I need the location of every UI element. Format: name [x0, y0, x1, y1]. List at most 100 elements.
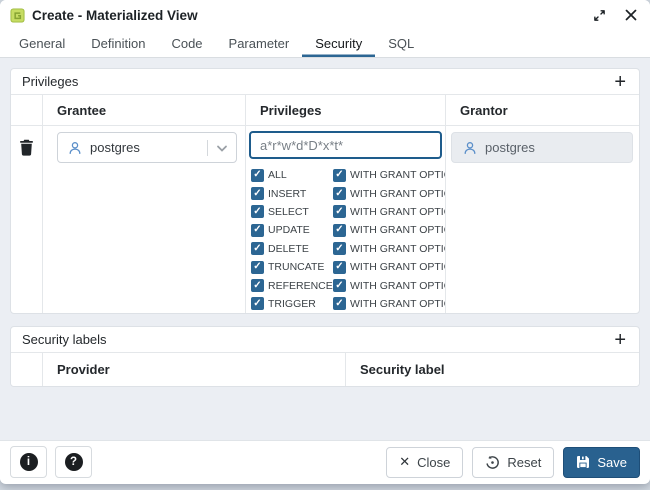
- privilege-label: ALL: [268, 169, 287, 181]
- user-icon: [67, 140, 83, 156]
- grant-option-checkbox[interactable]: [333, 169, 346, 182]
- tab-definition[interactable]: Definition: [78, 30, 158, 57]
- column-header-grantee: Grantee: [43, 95, 246, 126]
- grant-option-label: WITH GRANT OPTION: [350, 243, 446, 255]
- security-labels-section: Security labels + Provider Security labe…: [10, 326, 640, 387]
- column-header-security-label: Security label: [346, 353, 639, 386]
- grantee-cell: postgres: [43, 126, 246, 313]
- help-icon: ?: [65, 453, 83, 471]
- create-materialized-view-dialog: Create - Materialized View GeneralDefini…: [0, 0, 650, 484]
- privileges-section: Privileges + Grantee Privileges Grantor: [10, 68, 640, 314]
- grant-option-label: WITH GRANT OPTION: [350, 224, 446, 236]
- info-button[interactable]: i: [10, 446, 47, 478]
- grant-option-checkbox[interactable]: [333, 187, 346, 200]
- tab-security[interactable]: Security: [302, 30, 375, 57]
- privilege-row: TRUNCATE WITH GRANT OPTION: [251, 258, 445, 276]
- grant-option-checkbox[interactable]: [333, 297, 346, 310]
- privilege-checkbox[interactable]: [251, 261, 264, 274]
- materialized-view-icon: [10, 8, 25, 23]
- privilege-row: ALL WITH GRANT OPTION: [251, 166, 445, 184]
- grant-option-label: WITH GRANT OPTION: [350, 206, 446, 218]
- column-header-grantor: Grantor: [446, 95, 639, 126]
- privileges-input[interactable]: [249, 131, 442, 159]
- dialog-tabbar: GeneralDefinitionCodeParameterSecuritySQ…: [0, 30, 650, 58]
- privilege-checkbox[interactable]: [251, 242, 264, 255]
- close-icon[interactable]: [624, 8, 638, 22]
- chevron-down-icon[interactable]: [214, 140, 230, 156]
- grant-option-label: WITH GRANT OPTION: [350, 169, 446, 181]
- security-labels-section-header: Security labels +: [11, 327, 639, 353]
- privilege-label: DELETE: [268, 243, 309, 255]
- close-button-label: Close: [417, 455, 450, 470]
- privilege-checkbox[interactable]: [251, 169, 264, 182]
- combo-separator: [207, 140, 208, 156]
- grant-option-checkbox[interactable]: [333, 224, 346, 237]
- grant-option-checkbox[interactable]: [333, 261, 346, 274]
- row-actions-cell: [11, 126, 43, 313]
- grant-option-label: WITH GRANT OPTION: [350, 298, 446, 310]
- grant-option-label: WITH GRANT OPTION: [350, 261, 446, 273]
- dialog-footer: i ? ✕ Close Reset Save: [0, 440, 650, 483]
- grant-option-label: WITH GRANT OPTION: [350, 188, 446, 200]
- privilege-row: SELECT WITH GRANT OPTION: [251, 203, 445, 221]
- column-header-provider: Provider: [43, 353, 346, 386]
- dialog-title: Create - Materialized View: [32, 8, 198, 23]
- user-icon: [462, 140, 478, 156]
- grant-option-label: WITH GRANT OPTION: [350, 280, 446, 292]
- reset-button-label: Reset: [507, 455, 541, 470]
- maximize-icon[interactable]: [592, 8, 606, 22]
- close-button[interactable]: ✕ Close: [386, 447, 463, 478]
- privilege-label: REFERENCES: [268, 280, 340, 292]
- privilege-row: REFERENCES WITH GRANT OPTION: [251, 276, 445, 294]
- privilege-checkbox[interactable]: [251, 279, 264, 292]
- titlebar: Create - Materialized View: [0, 0, 650, 30]
- column-header-actions: [11, 353, 43, 386]
- save-button[interactable]: Save: [563, 447, 640, 478]
- privilege-label: SELECT: [268, 206, 309, 218]
- add-privilege-button[interactable]: +: [612, 72, 628, 92]
- grantee-selected-value: postgres: [90, 140, 207, 155]
- tab-code[interactable]: Code: [158, 30, 215, 57]
- save-button-label: Save: [597, 455, 627, 470]
- reset-button[interactable]: Reset: [472, 447, 554, 478]
- privileges-table: Grantee Privileges Grantor postgres: [11, 95, 639, 313]
- privilege-label: TRIGGER: [268, 298, 316, 310]
- security-labels-section-title: Security labels: [22, 332, 107, 347]
- reset-icon: [485, 455, 500, 470]
- help-button[interactable]: ?: [55, 446, 92, 478]
- delete-row-icon[interactable]: [19, 139, 34, 313]
- privilege-row: DELETE WITH GRANT OPTION: [251, 240, 445, 258]
- tab-parameter[interactable]: Parameter: [216, 30, 303, 57]
- column-header-actions: [11, 95, 43, 126]
- close-x-icon: ✕: [399, 454, 410, 470]
- security-labels-table: Provider Security label: [11, 353, 639, 386]
- tab-general[interactable]: General: [6, 30, 78, 57]
- tab-sql[interactable]: SQL: [375, 30, 427, 57]
- privilege-checkbox[interactable]: [251, 297, 264, 310]
- grantee-select[interactable]: postgres: [57, 132, 237, 163]
- add-security-label-button[interactable]: +: [612, 330, 628, 350]
- privilege-checkbox[interactable]: [251, 205, 264, 218]
- privilege-row: TRIGGER WITH GRANT OPTION: [251, 295, 445, 313]
- privilege-label: INSERT: [268, 188, 306, 200]
- privilege-checkbox[interactable]: [251, 187, 264, 200]
- info-icon: i: [20, 453, 38, 471]
- privileges-cell: ALL WITH GRANT OPTION INSERT WITH GRANT OPT…: [246, 126, 446, 313]
- grantor-value: postgres: [485, 140, 535, 155]
- grant-option-checkbox[interactable]: [333, 279, 346, 292]
- column-header-privileges: Privileges: [246, 95, 446, 126]
- privileges-section-title: Privileges: [22, 74, 78, 89]
- privilege-row: UPDATE WITH GRANT OPTION: [251, 221, 445, 239]
- grant-option-checkbox[interactable]: [333, 205, 346, 218]
- privilege-row: INSERT WITH GRANT OPTION: [251, 184, 445, 202]
- grantor-cell: postgres: [446, 126, 639, 313]
- privileges-section-header: Privileges +: [11, 69, 639, 95]
- privilege-label: TRUNCATE: [268, 261, 324, 273]
- privilege-label: UPDATE: [268, 224, 310, 236]
- save-icon: [576, 455, 590, 469]
- privilege-checkbox[interactable]: [251, 224, 264, 237]
- security-tab-panel: Privileges + Grantee Privileges Grantor: [0, 58, 650, 440]
- privilege-checkbox-list: ALL WITH GRANT OPTION INSERT WITH GRANT OPT…: [251, 166, 445, 313]
- grant-option-checkbox[interactable]: [333, 242, 346, 255]
- grantor-field: postgres: [451, 132, 633, 163]
